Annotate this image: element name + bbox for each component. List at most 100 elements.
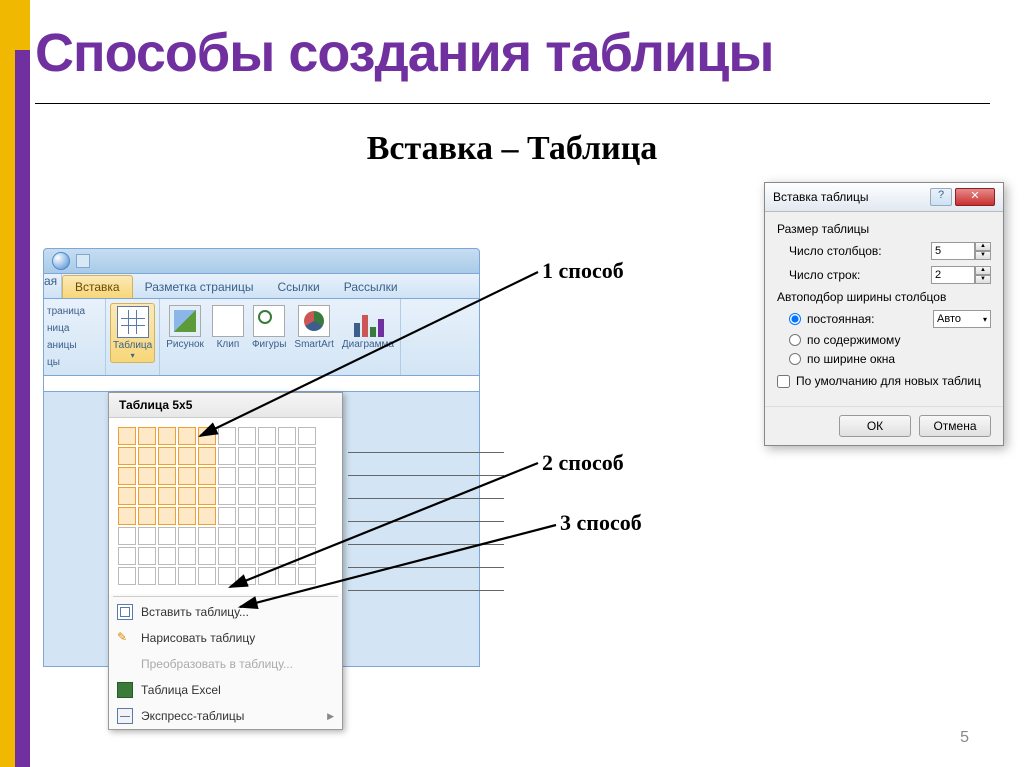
grid-cell[interactable]: [118, 487, 136, 505]
grid-cell[interactable]: [178, 487, 196, 505]
grid-cell[interactable]: [118, 467, 136, 485]
shapes-button[interactable]: Фигуры: [250, 303, 288, 352]
grid-cell[interactable]: [278, 507, 296, 525]
grid-cell[interactable]: [118, 447, 136, 465]
grid-cell[interactable]: [118, 527, 136, 545]
grid-cell[interactable]: [178, 467, 196, 485]
grid-cell[interactable]: [178, 567, 196, 585]
grid-cell[interactable]: [298, 527, 316, 545]
fixed-width-combo[interactable]: Авто: [933, 310, 991, 328]
grid-cell[interactable]: [238, 467, 256, 485]
grid-cell[interactable]: [118, 427, 136, 445]
grid-cell[interactable]: [238, 547, 256, 565]
grid-cell[interactable]: [138, 507, 156, 525]
default-checkbox[interactable]: [777, 375, 790, 388]
grid-cell[interactable]: [178, 527, 196, 545]
grid-cell[interactable]: [198, 447, 216, 465]
grid-cell[interactable]: [278, 527, 296, 545]
grid-cell[interactable]: [298, 547, 316, 565]
grid-cell[interactable]: [218, 467, 236, 485]
spinner-down-icon[interactable]: ▼: [975, 275, 991, 284]
grid-cell[interactable]: [158, 547, 176, 565]
grid-cell[interactable]: [198, 427, 216, 445]
grid-cell[interactable]: [138, 527, 156, 545]
grid-cell[interactable]: [158, 467, 176, 485]
grid-cell[interactable]: [178, 507, 196, 525]
grid-cell[interactable]: [218, 547, 236, 565]
tab-references[interactable]: Ссылки: [265, 276, 331, 298]
grid-cell[interactable]: [238, 447, 256, 465]
grid-cell[interactable]: [298, 507, 316, 525]
grid-cell[interactable]: [198, 507, 216, 525]
qat-button[interactable]: [76, 254, 90, 268]
grid-cell[interactable]: [158, 427, 176, 445]
grid-cell[interactable]: [218, 447, 236, 465]
grid-cell[interactable]: [198, 487, 216, 505]
menu-item[interactable]: Таблица Excel: [109, 677, 342, 703]
grid-cell[interactable]: [258, 527, 276, 545]
grid-cell[interactable]: [118, 547, 136, 565]
grid-cell[interactable]: [258, 507, 276, 525]
grid-cell[interactable]: [158, 487, 176, 505]
grid-cell[interactable]: [198, 527, 216, 545]
cancel-button[interactable]: Отмена: [919, 415, 991, 437]
grid-cell[interactable]: [278, 447, 296, 465]
grid-cell[interactable]: [258, 427, 276, 445]
grid-cell[interactable]: [118, 507, 136, 525]
tab-mailings[interactable]: Рассылки: [332, 276, 410, 298]
spinner-up-icon[interactable]: ▲: [975, 266, 991, 275]
radio-fixed[interactable]: [789, 313, 801, 325]
office-orb-icon[interactable]: [52, 252, 70, 270]
grid-cell[interactable]: [278, 487, 296, 505]
grid-cell[interactable]: [238, 527, 256, 545]
grid-cell[interactable]: [158, 447, 176, 465]
menu-item[interactable]: Экспресс-таблицы▶: [109, 703, 342, 729]
grid-cell[interactable]: [238, 487, 256, 505]
grid-cell[interactable]: [218, 507, 236, 525]
grid-cell[interactable]: [218, 487, 236, 505]
grid-cell[interactable]: [298, 487, 316, 505]
ok-button[interactable]: ОК: [839, 415, 911, 437]
grid-cell[interactable]: [258, 547, 276, 565]
grid-cell[interactable]: [218, 527, 236, 545]
grid-cell[interactable]: [278, 567, 296, 585]
grid-cell[interactable]: [238, 507, 256, 525]
grid-cell[interactable]: [258, 467, 276, 485]
grid-cell[interactable]: [298, 427, 316, 445]
grid-cell[interactable]: [238, 567, 256, 585]
help-button[interactable]: ?: [930, 188, 952, 206]
grid-cell[interactable]: [258, 447, 276, 465]
cols-input[interactable]: [931, 242, 975, 260]
grid-cell[interactable]: [278, 427, 296, 445]
menu-item[interactable]: Вставить таблицу...: [109, 599, 342, 625]
radio-window[interactable]: [789, 353, 801, 365]
cols-spinner[interactable]: ▲▼: [931, 242, 991, 260]
tab-page-layout[interactable]: Разметка страницы: [133, 276, 266, 298]
grid-cell[interactable]: [218, 567, 236, 585]
grid-cell[interactable]: [278, 547, 296, 565]
grid-cell[interactable]: [198, 547, 216, 565]
grid-cell[interactable]: [218, 427, 236, 445]
close-button[interactable]: ✕: [955, 188, 995, 206]
grid-cell[interactable]: [278, 467, 296, 485]
grid-cell[interactable]: [298, 467, 316, 485]
grid-cell[interactable]: [238, 427, 256, 445]
grid-cell[interactable]: [158, 527, 176, 545]
grid-cell[interactable]: [138, 547, 156, 565]
grid-cell[interactable]: [138, 487, 156, 505]
spinner-down-icon[interactable]: ▼: [975, 251, 991, 260]
clip-button[interactable]: Клип: [210, 303, 246, 352]
rows-input[interactable]: [931, 266, 975, 284]
grid-cell[interactable]: [138, 567, 156, 585]
tab-insert[interactable]: Вставка: [62, 275, 133, 298]
menu-item[interactable]: Нарисовать таблицу: [109, 625, 342, 651]
grid-cell[interactable]: [158, 567, 176, 585]
smartart-button[interactable]: SmartArt: [292, 303, 335, 352]
grid-cell[interactable]: [298, 447, 316, 465]
grid-cell[interactable]: [198, 567, 216, 585]
picture-button[interactable]: Рисунок: [164, 303, 206, 352]
rows-spinner[interactable]: ▲▼: [931, 266, 991, 284]
grid-cell[interactable]: [258, 487, 276, 505]
grid-cell[interactable]: [158, 507, 176, 525]
grid-cell[interactable]: [258, 567, 276, 585]
